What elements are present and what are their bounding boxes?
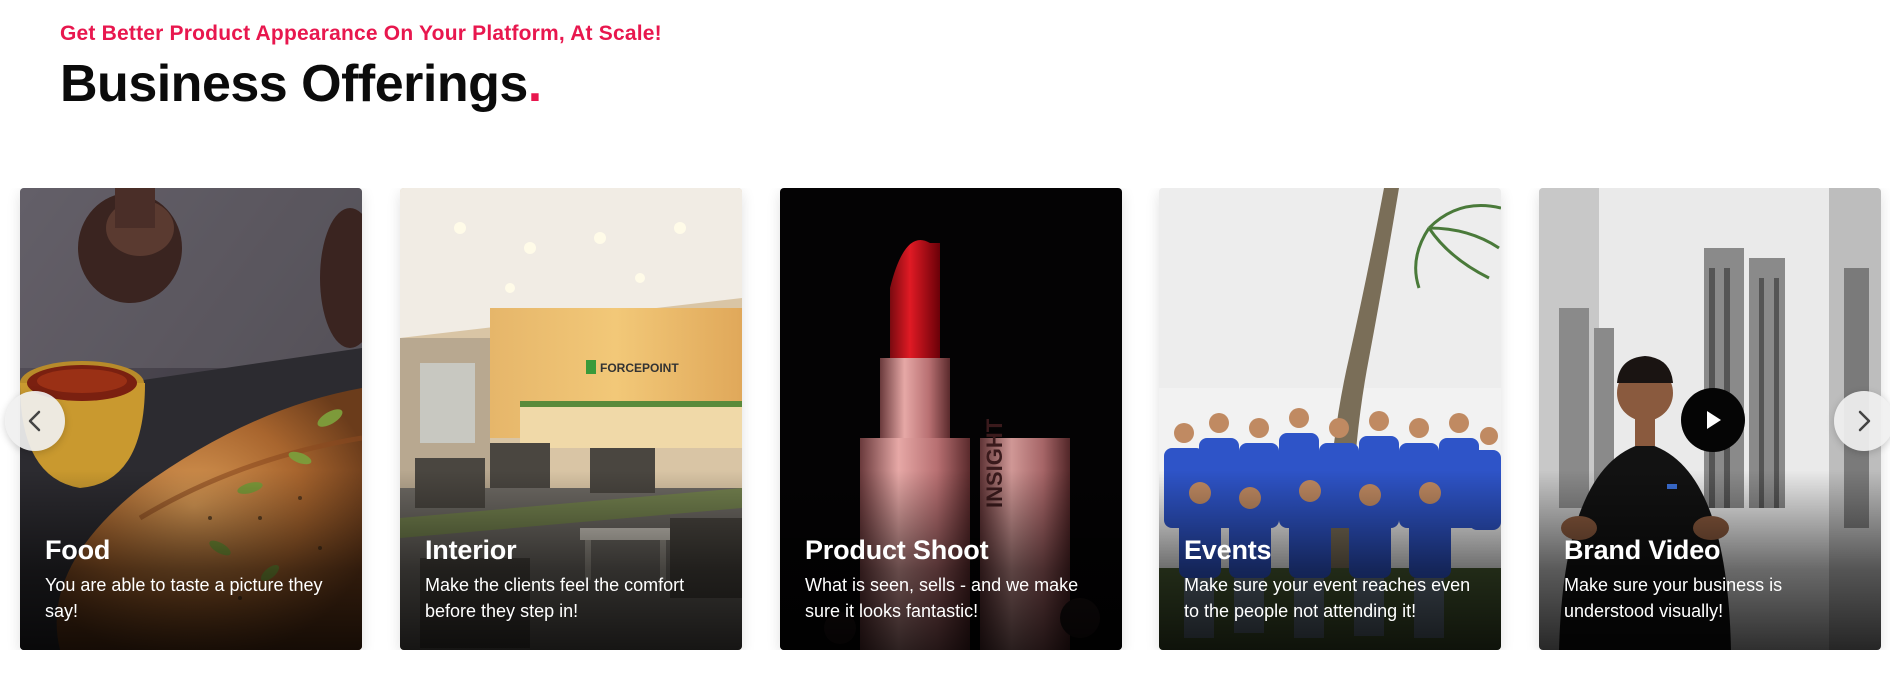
- card-title: Food: [45, 535, 111, 565]
- card-title: Brand Video: [1564, 535, 1721, 565]
- offering-card-events[interactable]: Events Make sure your event reaches even…: [1159, 188, 1501, 650]
- wall-sign: FORCEPOINT: [600, 361, 679, 375]
- card-caption: Interior Make the clients feel the comfo…: [425, 535, 724, 624]
- card-caption: Events Make sure your event reaches even…: [1184, 535, 1483, 624]
- card-description: What is seen, sells - and we make sure i…: [805, 575, 1079, 621]
- logo-mark: [586, 360, 596, 374]
- card-title: Product Shoot: [805, 535, 989, 565]
- play-icon: [1707, 411, 1721, 429]
- card-description: Make sure your business is understood vi…: [1564, 575, 1783, 621]
- card-title: Events: [1184, 535, 1272, 565]
- carousel-next-button[interactable]: [1834, 391, 1890, 451]
- section-eyebrow: Get Better Product Appearance On Your Pl…: [60, 22, 662, 45]
- chevron-left-icon: [28, 410, 41, 432]
- offering-card-product-shoot[interactable]: INSIGHT Product Shoot What is seen, sell…: [780, 188, 1122, 650]
- section-title: Business Offerings.: [60, 58, 662, 110]
- card-caption: Brand Video Make sure your business is u…: [1564, 535, 1863, 624]
- card-description: Make the clients feel the comfort before…: [425, 575, 685, 621]
- section-title-text: Business Offerings: [60, 55, 528, 113]
- offerings-carousel: Food You are able to taste a picture the…: [0, 188, 1890, 650]
- section-header: Get Better Product Appearance On Your Pl…: [60, 22, 662, 110]
- card-description: Make sure your event reaches even to the…: [1184, 575, 1471, 621]
- offering-card-interior[interactable]: FORCEPOINT Interior Make the clients fee…: [400, 188, 742, 650]
- chevron-right-icon: [1858, 410, 1871, 432]
- offering-card-food[interactable]: Food You are able to taste a picture the…: [20, 188, 362, 650]
- carousel-prev-button[interactable]: [5, 391, 65, 451]
- card-description: You are able to taste a picture they say…: [45, 575, 323, 621]
- card-caption: Product Shoot What is seen, sells - and …: [805, 535, 1104, 624]
- card-title: Interior: [425, 535, 517, 565]
- video-play-button[interactable]: [1681, 388, 1745, 452]
- title-accent-dot: .: [527, 55, 542, 113]
- card-caption: Food You are able to taste a picture the…: [45, 535, 344, 624]
